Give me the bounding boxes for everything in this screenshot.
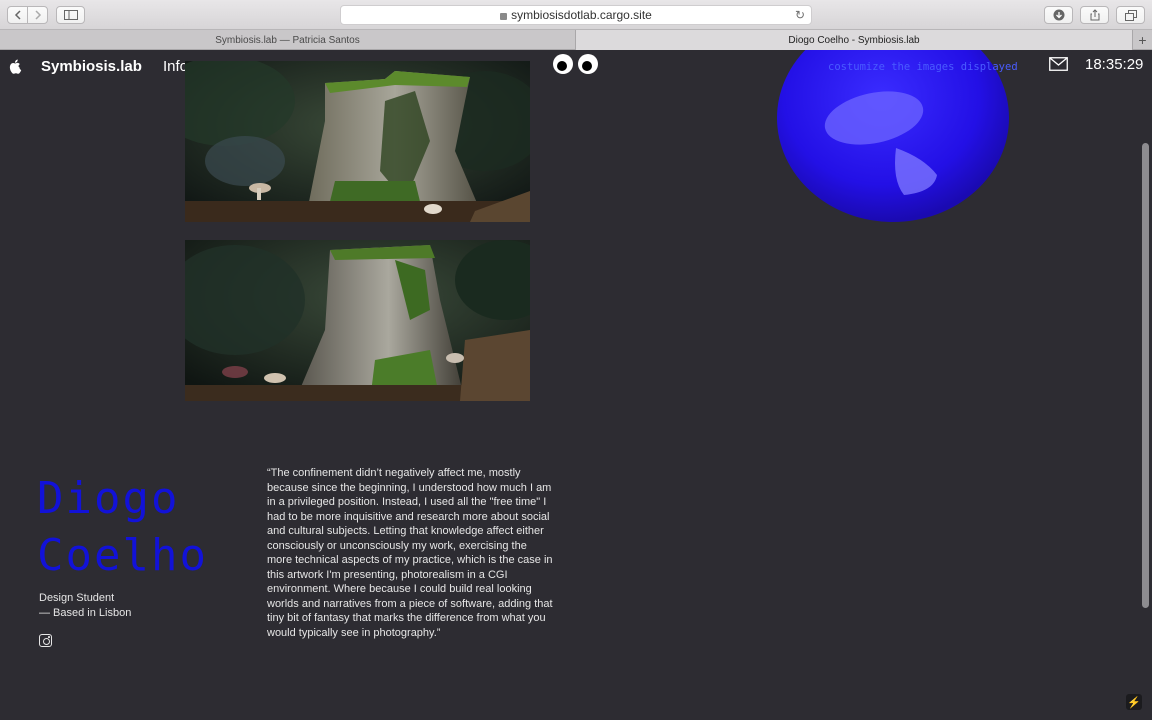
blue-blob-3d[interactable] [774, 50, 1014, 225]
url-text: symbiosisdotlab.cargo.site [511, 8, 652, 22]
address-bar[interactable]: symbiosisdotlab.cargo.site ↻ [340, 5, 812, 25]
instagram-icon[interactable] [39, 634, 52, 647]
author-first-name: Diogo [37, 473, 180, 524]
scrollbar[interactable] [1142, 143, 1149, 608]
forward-button[interactable] [27, 6, 48, 24]
chevron-right-icon [34, 10, 41, 20]
lock-icon [500, 12, 508, 20]
role-line-2: — Based in Lisbon [39, 607, 132, 619]
left-eye [553, 54, 573, 74]
tabs-overview-button[interactable] [1116, 6, 1145, 24]
tab-label: Diogo Coelho - Symbiosis.lab [788, 34, 920, 46]
share-button[interactable] [1080, 6, 1109, 24]
tab-diogo-coelho[interactable]: Diogo Coelho - Symbiosis.lab [576, 30, 1132, 50]
googly-eyes-icon [553, 54, 598, 74]
sidebar-button[interactable] [56, 6, 85, 24]
tree-stump-image-1 [185, 61, 530, 222]
reload-icon[interactable]: ↻ [795, 8, 805, 22]
author-name: Diogo Coelho [37, 470, 257, 584]
downloads-button[interactable] [1044, 6, 1073, 24]
right-eye [578, 54, 598, 74]
back-button[interactable] [7, 6, 28, 24]
author-role: Design Student — Based in Lisbon [39, 591, 131, 621]
author-last-name: Coelho [37, 530, 208, 581]
customize-images-link[interactable]: costumize the images displayed [828, 61, 1018, 73]
tabs-icon [1124, 9, 1137, 21]
share-icon [1090, 9, 1099, 21]
lightning-icon[interactable]: ⚡ [1126, 694, 1142, 710]
tab-label: Symbiosis.lab — Patricia Santos [215, 34, 360, 46]
browser-toolbar: symbiosisdotlab.cargo.site ↻ [0, 0, 1152, 30]
role-line-1: Design Student [39, 592, 115, 604]
plus-icon: + [1138, 32, 1147, 48]
site-name-link[interactable]: Symbiosis.lab [41, 58, 142, 75]
tab-bar: Symbiosis.lab — Patricia Santos Diogo Co… [0, 30, 1152, 50]
tab-symbiosis-patricia[interactable]: Symbiosis.lab — Patricia Santos [0, 30, 576, 50]
mail-icon[interactable] [1049, 57, 1068, 71]
download-icon [1053, 9, 1064, 21]
apple-logo-icon[interactable] [8, 58, 22, 74]
tree-stump-image-2 [185, 240, 530, 401]
clock: 18:35:29 [1085, 56, 1144, 73]
sidebar-icon [63, 10, 78, 20]
new-tab-button[interactable]: + [1132, 30, 1152, 50]
chevron-left-icon [14, 10, 21, 20]
artist-quote: “The confinement didn’t negatively affec… [267, 467, 553, 639]
page-content: Symbiosis.lab Info costumize the images … [0, 50, 1152, 720]
